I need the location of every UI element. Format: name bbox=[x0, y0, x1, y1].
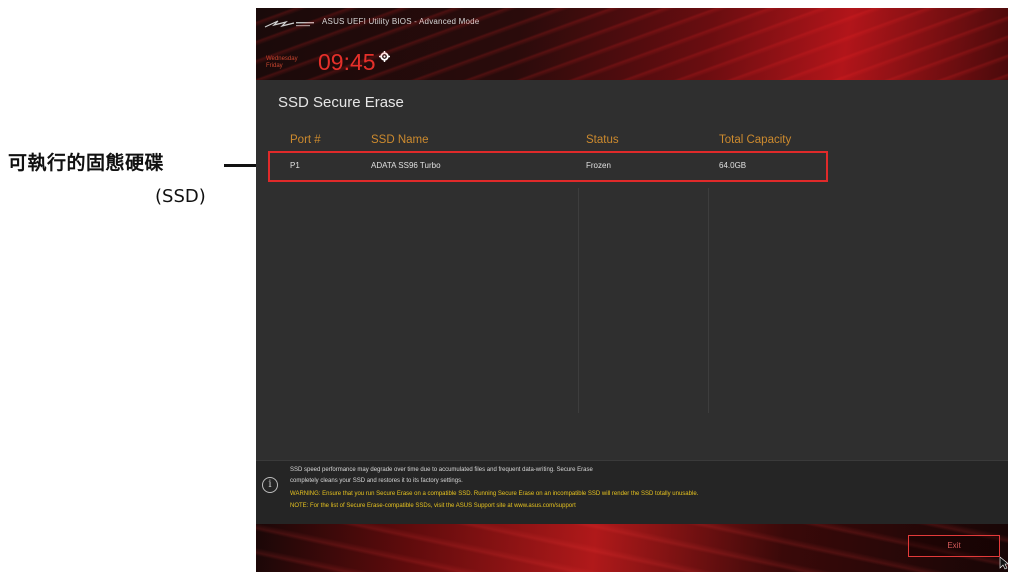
column-divider bbox=[708, 188, 709, 413]
date-line-day: Wednesday bbox=[266, 56, 298, 62]
warning-text: WARNING: Ensure that you run Secure Eras… bbox=[290, 491, 699, 497]
cell-status: Frozen bbox=[586, 161, 611, 170]
mouse-cursor-icon bbox=[999, 556, 1009, 570]
rog-logo-icon bbox=[264, 20, 314, 28]
exit-button[interactable]: Exit bbox=[908, 535, 1000, 557]
column-header-ssd-name: SSD Name bbox=[371, 134, 429, 146]
callout-label-ssd-sub: (SSD) bbox=[155, 186, 206, 207]
cell-port: P1 bbox=[290, 161, 300, 170]
info-icon: i bbox=[262, 477, 278, 493]
cell-ssd-name: ADATA SS96 Turbo bbox=[371, 161, 441, 170]
bios-screen: ASUS UEFI Utility BIOS - Advanced Mode W… bbox=[256, 8, 1008, 572]
date-line-day2: Friday bbox=[266, 63, 283, 69]
info-text-line2: completely cleans your SSD and restores … bbox=[290, 478, 463, 484]
clock-display: 09:45 bbox=[318, 49, 376, 75]
info-panel: i SSD speed performance may degrade over… bbox=[256, 460, 1008, 524]
app-title: ASUS UEFI Utility BIOS - Advanced Mode bbox=[322, 17, 480, 26]
column-header-total-capacity: Total Capacity bbox=[719, 134, 792, 146]
cell-total-capacity: 64.0GB bbox=[719, 161, 747, 170]
page-title: SSD Secure Erase bbox=[278, 94, 404, 111]
column-divider bbox=[578, 188, 579, 413]
header-bar: ASUS UEFI Utility BIOS - Advanced Mode W… bbox=[256, 8, 1008, 80]
date-display: Wednesday Friday bbox=[266, 56, 298, 70]
note-text: NOTE: For the list of Secure Erase-compa… bbox=[290, 503, 576, 509]
footer-bar bbox=[256, 524, 1008, 572]
gear-icon[interactable] bbox=[379, 51, 390, 62]
callout-label-ssd: 可執行的固態硬碟 bbox=[8, 152, 165, 174]
info-text-line1: SSD speed performance may degrade over t… bbox=[290, 467, 593, 473]
column-header-status: Status bbox=[586, 134, 619, 146]
column-header-port: Port # bbox=[290, 134, 321, 146]
